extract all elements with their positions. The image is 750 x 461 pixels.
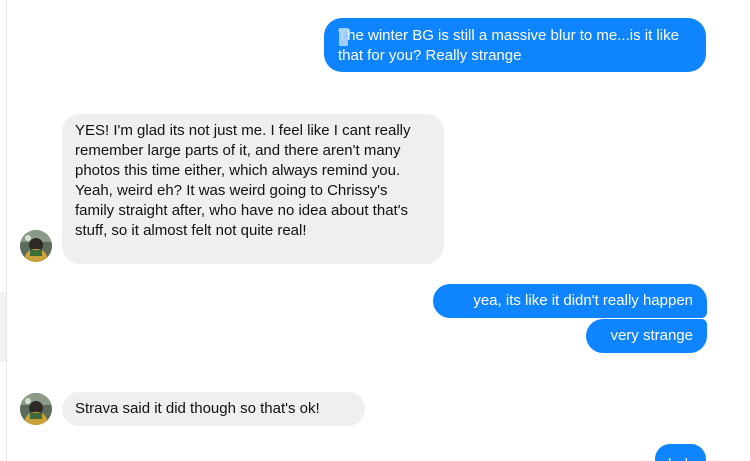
chat-thread: The winter BG is still a massive blur to… — [0, 0, 750, 461]
text-selection-caret — [339, 28, 348, 46]
message-bubble-outgoing[interactable]: haha — [655, 444, 706, 461]
message-text: YES! I'm glad its not just me. I feel li… — [75, 122, 411, 239]
message-bubble-incoming[interactable]: Strava said it did though so that's ok! — [62, 392, 365, 426]
avatar-icon — [20, 230, 52, 262]
message-text: haha — [668, 455, 701, 461]
message-text: Strava said it did though so that's ok! — [75, 400, 320, 417]
right-margin — [738, 0, 750, 461]
message-text: very strange — [610, 327, 693, 344]
left-divider — [6, 0, 7, 461]
contact-avatar[interactable] — [20, 230, 52, 262]
message-bubble-incoming[interactable]: YES! I'm glad its not just me. I feel li… — [62, 114, 444, 264]
message-text: The winter BG is still a massive blur to… — [338, 27, 679, 64]
message-bubble-outgoing[interactable]: The winter BG is still a massive blur to… — [324, 18, 706, 72]
left-panel-edge — [0, 292, 6, 362]
message-bubble-outgoing[interactable]: very strange — [586, 319, 707, 353]
message-bubble-outgoing[interactable]: yea, its like it didn't really happen — [433, 284, 707, 318]
avatar-icon — [20, 393, 52, 425]
contact-avatar[interactable] — [20, 393, 52, 425]
message-text: yea, its like it didn't really happen — [473, 292, 693, 309]
